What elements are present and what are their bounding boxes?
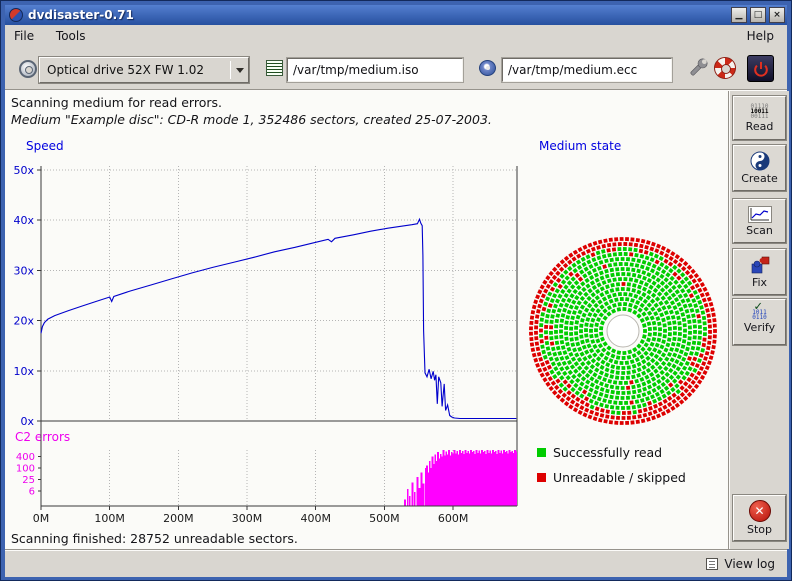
menu-tools[interactable]: Tools <box>47 25 95 46</box>
drive-icon <box>19 60 37 78</box>
main-content: Scanning medium for read errors. Medium … <box>5 91 728 549</box>
svg-text:10x: 10x <box>13 365 34 378</box>
svg-text:40x: 40x <box>13 214 34 227</box>
svg-text:200M: 200M <box>163 512 194 525</box>
application-window: dvdisaster-0.71 ▁ □ × File Tools Help Op… <box>0 0 792 581</box>
svg-text:0M: 0M <box>33 512 50 525</box>
menubar: File Tools Help <box>5 25 787 47</box>
read-button-label: Read <box>746 120 774 133</box>
menu-help[interactable]: Help <box>738 25 783 46</box>
image-file-icon <box>266 60 283 76</box>
ecc-file-icon <box>479 60 496 76</box>
maximize-icon: □ <box>754 11 763 20</box>
power-icon <box>751 59 771 79</box>
scan-chart-icon <box>748 206 772 223</box>
status-line-2: Medium "Example disc": CD-R mode 1, 3524… <box>11 112 492 127</box>
speed-and-c2-chart: 0x 10x 20x 30x 40x 50x 0M 100M 200M 300M 400M 500M 6… <box>5 151 545 529</box>
svg-text:400: 400 <box>16 452 35 463</box>
stop-icon: ✕ <box>749 500 771 522</box>
svg-text:30x: 30x <box>13 264 34 277</box>
svg-text:50x: 50x <box>13 164 34 177</box>
unreadable-swatch-icon <box>537 473 546 482</box>
legend-item-read: Successfully read <box>537 445 662 460</box>
scan-result-status: Scanning finished: 28752 unreadable sect… <box>11 531 298 546</box>
titlebar[interactable]: dvdisaster-0.71 ▁ □ × <box>5 5 787 25</box>
drive-select-value: Optical drive 52X FW 1.02 <box>40 63 230 77</box>
scan-button-label: Scan <box>746 224 773 237</box>
verify-button[interactable]: 1011 0110 ✓ Verify <box>733 299 786 345</box>
view-log-button[interactable]: View log <box>724 557 775 571</box>
close-button[interactable]: × <box>769 7 785 23</box>
iso-path-input[interactable] <box>287 58 463 82</box>
svg-text:25: 25 <box>22 475 35 486</box>
help-button[interactable] <box>714 57 736 79</box>
svg-text:300M: 300M <box>232 512 263 525</box>
drive-select[interactable]: Optical drive 52X FW 1.02 <box>39 57 249 83</box>
verify-button-label: Verify <box>744 321 775 334</box>
svg-text:400M: 400M <box>300 512 331 525</box>
checkmark-icon: ✓ <box>754 304 762 309</box>
read-button[interactable]: 01110 10011 00111 Read <box>733 96 786 140</box>
action-sidebar: 01110 10011 00111 Read Create <box>728 91 789 549</box>
svg-text:6: 6 <box>29 487 35 498</box>
svg-text:500M: 500M <box>369 512 400 525</box>
statusbar: View log <box>5 549 787 577</box>
status-line-1: Scanning medium for read errors. <box>11 95 222 110</box>
combo-arrow-button[interactable] <box>231 68 248 73</box>
puzzle-icon <box>750 255 770 275</box>
close-icon: × <box>773 11 781 20</box>
app-icon[interactable] <box>9 8 23 22</box>
svg-text:600M: 600M <box>438 512 469 525</box>
minimize-icon: ▁ <box>736 11 743 20</box>
verify-icon: 1011 0110 ✓ <box>752 310 766 320</box>
medium-state-title: Medium state <box>539 139 621 153</box>
stop-button-label: Stop <box>747 523 772 536</box>
fix-button-label: Fix <box>752 276 767 289</box>
chevron-down-icon <box>236 68 244 73</box>
window-title: dvdisaster-0.71 <box>28 8 728 22</box>
ecc-path-input[interactable] <box>502 58 672 82</box>
svg-text:0x: 0x <box>20 415 34 428</box>
read-swatch-icon <box>537 448 546 457</box>
svg-text:20x: 20x <box>13 315 34 328</box>
svg-text:100: 100 <box>16 464 35 475</box>
window-body: File Tools Help Optical drive 52X FW 1.0… <box>5 25 787 575</box>
read-icon: 01110 10011 00111 <box>750 104 768 119</box>
stop-button[interactable]: ✕ Stop <box>733 495 786 541</box>
create-button[interactable]: Create <box>733 145 786 191</box>
scan-button[interactable]: Scan <box>733 199 786 243</box>
legend-unreadable-label: Unreadable / skipped <box>553 470 686 485</box>
preferences-button[interactable] <box>686 56 710 80</box>
minimize-button[interactable]: ▁ <box>731 7 747 23</box>
medium-state-disc <box>523 231 723 431</box>
maximize-button[interactable]: □ <box>750 7 766 23</box>
wrench-icon <box>686 56 710 80</box>
menu-file[interactable]: File <box>5 25 43 46</box>
toolbar: Optical drive 52X FW 1.02 <box>5 47 787 89</box>
legend-item-unreadable: Unreadable / skipped <box>537 470 686 485</box>
svg-text:100M: 100M <box>94 512 125 525</box>
fix-button[interactable]: Fix <box>733 249 786 295</box>
view-log-icon <box>706 558 718 570</box>
yin-yang-icon <box>750 151 770 171</box>
create-button-label: Create <box>741 172 778 185</box>
quit-button[interactable] <box>747 55 774 82</box>
legend-read-label: Successfully read <box>553 445 662 460</box>
